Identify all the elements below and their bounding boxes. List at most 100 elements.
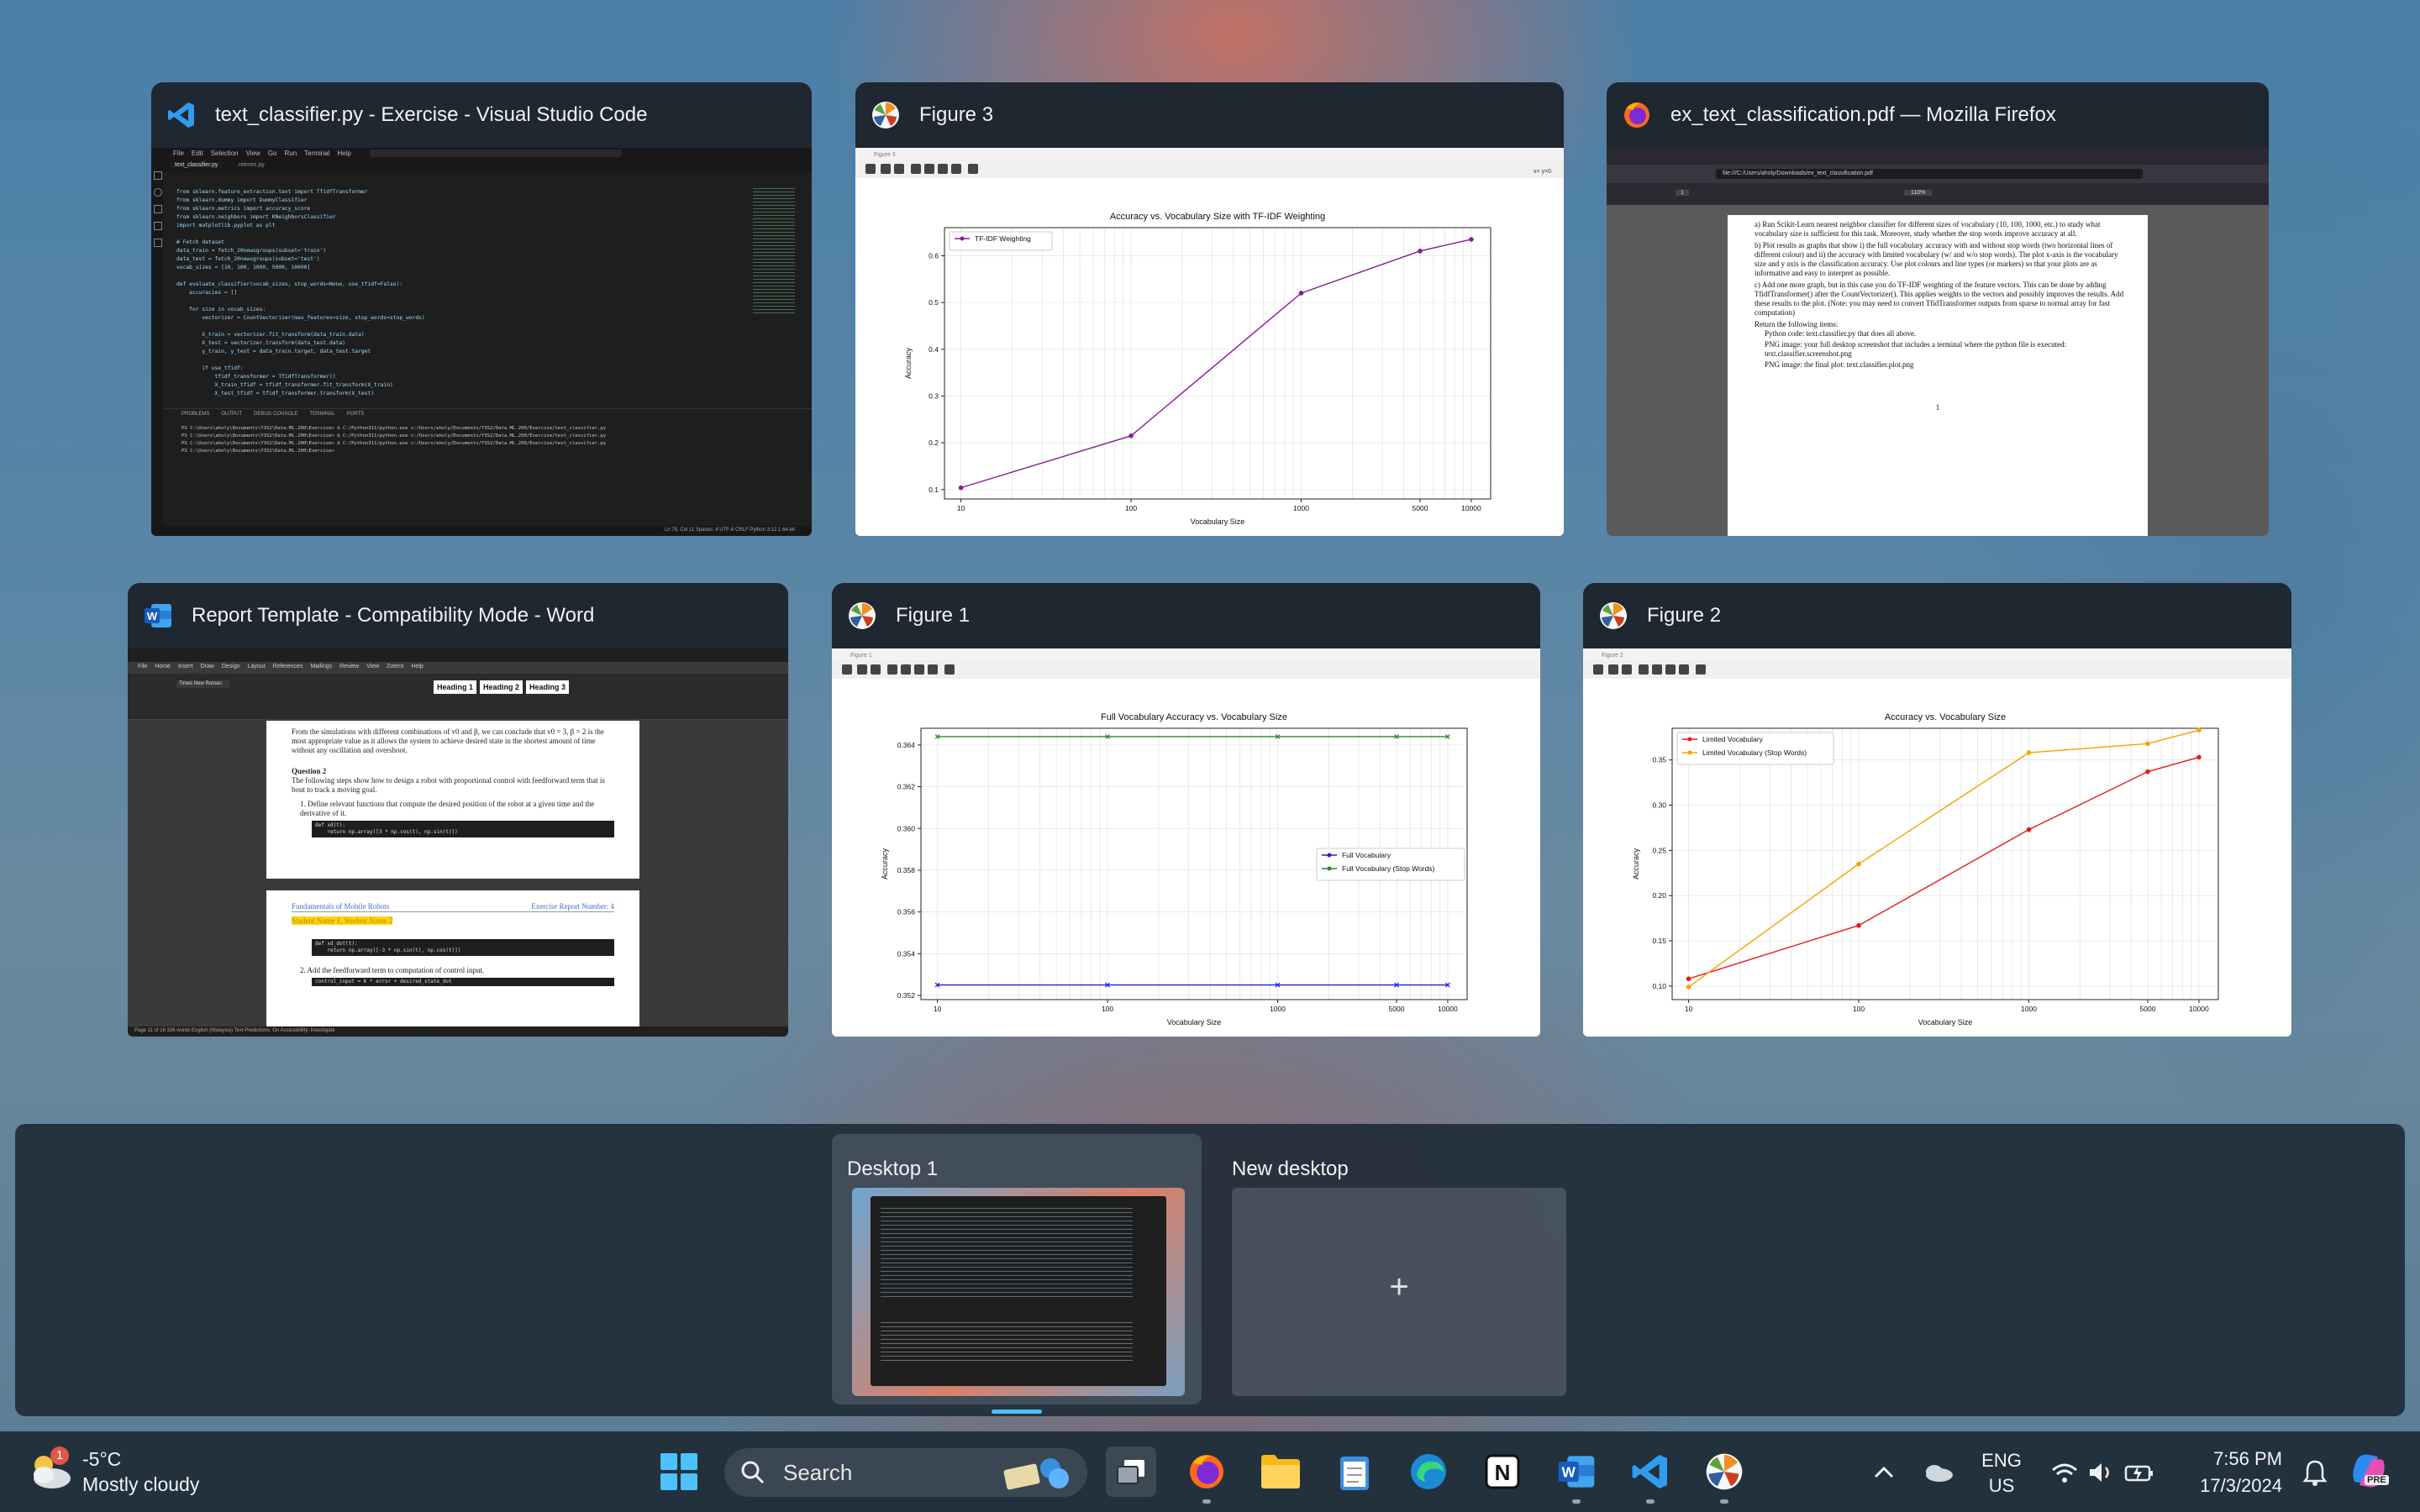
desktop-1-preview[interactable] <box>852 1188 1185 1396</box>
back-icon[interactable] <box>881 164 891 174</box>
extensions-icon[interactable] <box>154 239 162 247</box>
window-word[interactable]: W Report Template - Compatibility Mode -… <box>128 583 788 1037</box>
zoom-select[interactable]: 110% <box>1904 190 1933 196</box>
zoom-icon[interactable] <box>1652 664 1662 675</box>
window-thumbnail[interactable]: Figure 1 Full Vocabulary Accuracy vs. Voc… <box>832 648 1540 1037</box>
window-firefox[interactable]: ex_text_classification.pdf — Mozilla Fir… <box>1607 82 2269 536</box>
menu-item[interactable]: Go <box>268 150 277 157</box>
weather-widget[interactable]: 1 -5°C Mostly cloudy <box>25 1443 227 1502</box>
ribbon-tab[interactable]: Home <box>155 664 171 669</box>
panel-tab[interactable]: PORTS <box>347 412 365 417</box>
language-code[interactable]: ENG <box>1978 1450 2025 1472</box>
window-figure3-titlebar[interactable]: Figure 3 <box>855 82 1564 148</box>
pan-icon[interactable] <box>887 664 897 675</box>
panel-tab[interactable]: DEBUG CONSOLE <box>254 412 297 417</box>
search-icon[interactable] <box>154 188 162 197</box>
window-vscode[interactable]: text_classifier.py - Exercise - Visual S… <box>151 82 812 536</box>
taskbar-firefox[interactable] <box>1181 1446 1232 1504</box>
url-bar[interactable]: file:///C:/Users/aholy/Downloads/ex_text… <box>1716 169 2143 179</box>
save-icon[interactable] <box>968 164 978 174</box>
minimap[interactable] <box>753 188 795 314</box>
menu-item[interactable]: Selection <box>211 150 239 157</box>
page-number-field[interactable]: 1 <box>1676 190 1689 196</box>
start-button[interactable] <box>654 1446 704 1497</box>
window-thumbnail[interactable]: File Edit Selection View Go Run Terminal Help t… <box>151 148 812 536</box>
home-icon[interactable] <box>842 664 852 675</box>
zoom-icon[interactable] <box>901 664 911 675</box>
configure-icon[interactable] <box>938 164 948 174</box>
menu-item[interactable]: View <box>246 150 260 157</box>
forward-icon[interactable] <box>1622 664 1632 675</box>
ribbon-tab[interactable]: Layout <box>248 664 266 669</box>
taskbar-file-explorer[interactable] <box>1255 1446 1306 1497</box>
window-figure2[interactable]: Figure 2 Figure 2 Accuracy vs. Vocabulary… <box>1583 583 2291 1037</box>
taskbar-matplotlib[interactable] <box>1699 1446 1749 1504</box>
tab-reinres[interactable]: reinres.py <box>239 162 265 168</box>
ribbon-tab[interactable]: Help <box>411 664 423 669</box>
zoom-icon[interactable] <box>924 164 934 174</box>
desktop-1-card[interactable]: Desktop 1 <box>832 1134 1202 1414</box>
pan-icon[interactable] <box>911 164 921 174</box>
edit-axes-icon[interactable] <box>1679 664 1689 675</box>
back-icon[interactable] <box>1608 664 1618 675</box>
new-desktop-card[interactable]: New desktop + <box>1232 1134 1585 1404</box>
ribbon-tab[interactable]: Zotero <box>387 664 403 669</box>
ribbon-tab[interactable]: View <box>366 664 379 669</box>
menu-item[interactable]: File <box>173 150 184 157</box>
forward-icon[interactable] <box>871 664 881 675</box>
forward-icon[interactable] <box>894 164 904 174</box>
ribbon-tab[interactable]: Review <box>339 664 359 669</box>
language-region[interactable]: US <box>1978 1475 2025 1497</box>
wifi-icon[interactable] <box>2050 1460 2079 1485</box>
window-thumbnail[interactable]: file:///C:/Users/aholy/Downloads/ex_text… <box>1607 148 2269 536</box>
ribbon-tab[interactable]: Draw <box>200 664 213 669</box>
task-view-button[interactable] <box>1106 1446 1156 1497</box>
pan-icon[interactable] <box>1639 664 1649 675</box>
ribbon-tab[interactable]: File <box>138 664 147 669</box>
window-vscode-titlebar[interactable]: text_classifier.py - Exercise - Visual S… <box>151 82 812 148</box>
battery-charging-icon[interactable] <box>2124 1460 2154 1485</box>
taskbar-word[interactable]: W <box>1551 1446 1602 1504</box>
ribbon-tab[interactable]: References <box>273 664 303 669</box>
home-icon[interactable] <box>1593 664 1603 675</box>
code-editor[interactable]: from sklearn.feature_extraction.text imp… <box>176 188 748 398</box>
taskbar-edge[interactable] <box>1403 1446 1454 1497</box>
ribbon-tab[interactable]: Design <box>222 664 240 669</box>
window-firefox-titlebar[interactable]: ex_text_classification.pdf — Mozilla Fir… <box>1607 82 2269 148</box>
configure-icon[interactable] <box>1665 664 1676 675</box>
clock-date[interactable]: 17/3/2024 <box>2165 1475 2282 1497</box>
new-desktop-button[interactable]: + <box>1232 1188 1566 1396</box>
menu-item[interactable]: Terminal <box>304 150 329 157</box>
window-figure1-titlebar[interactable]: Figure 1 <box>832 583 1540 648</box>
edit-axes-icon[interactable] <box>928 664 938 675</box>
volume-icon[interactable] <box>2087 1460 2116 1485</box>
explorer-icon[interactable] <box>154 171 162 180</box>
menu-item[interactable]: Edit <box>192 150 203 157</box>
panel-tab[interactable]: TERMINAL <box>309 412 334 417</box>
style-gallery-item[interactable]: Heading 1 <box>434 680 477 694</box>
tab-text-classifier[interactable]: text_classifier.py <box>170 162 224 168</box>
run-debug-icon[interactable] <box>154 222 162 230</box>
copilot-button[interactable]: PRE <box>2348 1450 2395 1497</box>
save-icon[interactable] <box>944 664 955 675</box>
clock-time[interactable]: 7:56 PM <box>2181 1448 2282 1470</box>
notification-bell-icon[interactable] <box>2301 1458 2329 1487</box>
source-control-icon[interactable] <box>154 205 162 213</box>
taskbar-vscode[interactable] <box>1625 1446 1676 1504</box>
window-figure2-titlebar[interactable]: Figure 2 <box>1583 583 2291 648</box>
window-figure3[interactable]: Figure 3 Figure 3 x= y=0. Accuracy vs. Voc… <box>855 82 1564 536</box>
window-thumbnail[interactable]: File Home Insert Draw Design Layout References… <box>128 648 788 1037</box>
onedrive-cloud-icon[interactable] <box>1921 1460 1954 1483</box>
command-center[interactable] <box>370 150 622 157</box>
configure-icon[interactable] <box>914 664 924 675</box>
ribbon-tab[interactable]: Mailings <box>310 664 332 669</box>
window-thumbnail[interactable]: Figure 2 Accuracy vs. Vocabulary Size Voca… <box>1583 648 2291 1037</box>
font-name-field[interactable]: Times New Roman <box>176 680 229 688</box>
window-word-titlebar[interactable]: W Report Template - Compatibility Mode -… <box>128 583 788 648</box>
home-icon[interactable] <box>865 164 876 174</box>
ribbon-tab[interactable]: Insert <box>178 664 193 669</box>
taskbar-notion[interactable]: N <box>1477 1446 1528 1497</box>
window-thumbnail[interactable]: Figure 3 x= y=0. Accuracy vs. Vocabulary S… <box>855 148 1564 536</box>
terminal[interactable]: PS C:\Users\aholy\Documents\Y3S2\Data.ML… <box>182 425 803 455</box>
save-icon[interactable] <box>1696 664 1706 675</box>
